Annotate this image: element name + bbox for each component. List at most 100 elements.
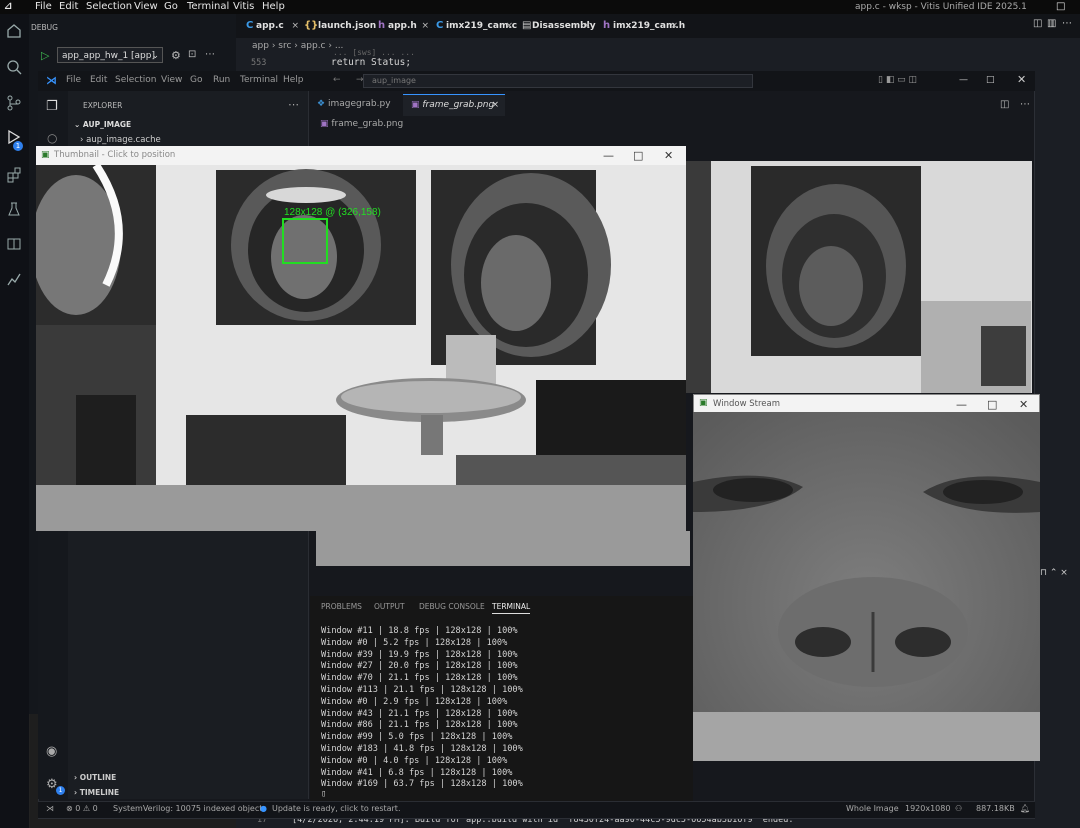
explorer-label: EXPLORER — [83, 101, 123, 110]
debug-console-icon[interactable]: ⊡ — [188, 49, 196, 60]
tab-imx219-cam-c[interactable]: Cimx219_cam.c × — [434, 14, 517, 38]
vs-menu-view[interactable]: View — [161, 75, 182, 85]
menu-terminal[interactable]: Terminal — [187, 0, 229, 14]
more-actions-icon[interactable]: ⋯ — [288, 98, 299, 111]
back-arrow-icon[interactable]: ← — [333, 75, 341, 85]
account-icon[interactable]: ◉ — [46, 744, 57, 759]
tab-app-c[interactable]: Capp.c × — [244, 14, 302, 38]
minimize-icon[interactable]: — — [603, 149, 614, 162]
bell-icon[interactable]: 🔔︎ — [1020, 804, 1030, 813]
h-file-icon: h — [603, 20, 611, 31]
panel-tab-problems[interactable]: PROBLEMS — [321, 602, 362, 611]
menu-edit[interactable]: Edit — [59, 0, 78, 14]
c-file-icon: C — [436, 20, 444, 31]
more-actions-icon[interactable]: ⋯ — [205, 49, 215, 60]
maximize-icon[interactable]: □ — [633, 149, 643, 162]
update-status[interactable]: Update is ready, click to restart. — [272, 804, 401, 813]
maximize-icon[interactable]: □ — [1056, 0, 1065, 14]
close-icon[interactable]: × — [505, 14, 513, 38]
maximize-icon[interactable]: □ — [987, 398, 997, 411]
outer-activity-bar: 1 — [0, 14, 30, 828]
panel-tab-output[interactable]: OUTPUT — [374, 602, 405, 611]
tab-label: app.c — [256, 21, 284, 31]
flask-icon[interactable] — [5, 200, 23, 218]
project-root[interactable]: ⌄ AUP_IMAGE — [74, 120, 131, 129]
terminal-line: Window #43 | 21.1 fps | 128x128 | 100% — [321, 708, 518, 719]
layout-icon[interactable]: ▯ ◧ ▭ ◫ — [878, 75, 917, 85]
tab-imx219-cam-h[interactable]: h imx219_cam.h × — [601, 14, 685, 38]
more-actions-icon[interactable]: ⋯ — [1062, 18, 1072, 29]
panel-tab-debug-console[interactable]: DEBUG CONSOLE — [419, 602, 485, 611]
chart-icon[interactable] — [5, 270, 23, 288]
explorer-icon[interactable]: ❐ — [46, 99, 58, 114]
menu-help[interactable]: Help — [262, 0, 285, 14]
menu-view[interactable]: View — [134, 0, 158, 14]
indexed-status[interactable]: SystemVerilog: 10075 indexed objects — [113, 804, 267, 813]
split-editor-icon[interactable]: ◫ — [1000, 99, 1009, 110]
run-config-select[interactable]: app_app_hw_1 [app] ⌄ — [57, 47, 163, 63]
menu-selection[interactable]: Selection — [86, 0, 132, 14]
search-icon[interactable] — [5, 58, 23, 76]
extensions-icon[interactable] — [5, 166, 23, 184]
more-actions-icon[interactable]: ⋯ — [1020, 99, 1030, 110]
tab-app-h[interactable]: h app.h × — [376, 14, 432, 38]
book-icon[interactable] — [5, 235, 23, 253]
search-icon[interactable]: ○ — [47, 131, 57, 145]
breadcrumb-item[interactable]: app.c — [301, 41, 326, 51]
breadcrumb-item[interactable]: app — [252, 41, 269, 51]
close-icon[interactable]: × — [670, 14, 678, 38]
source-control-icon[interactable] — [5, 94, 23, 112]
vscode-status-bar: ⋊ ⊗ 0 ⚠ 0 SystemVerilog: 10075 indexed o… — [38, 801, 1035, 818]
breadcrumb-item[interactable]: src — [278, 41, 291, 51]
timeline-section[interactable]: › TIMELINE — [74, 788, 119, 797]
remote-icon[interactable]: ⋊ — [46, 804, 54, 813]
close-icon[interactable]: ✕ — [664, 149, 673, 162]
thumbnail-titlebar[interactable]: ▣ Thumbnail - Click to position — □ ✕ — [36, 146, 686, 165]
tab-launch-json[interactable]: {} launch.json — [302, 14, 376, 38]
code-line: return Status; — [331, 57, 412, 68]
close-icon[interactable]: × — [421, 14, 429, 38]
problems-status[interactable]: ⊗ 0 ⚠ 0 — [66, 804, 98, 813]
close-icon[interactable]: × — [583, 14, 591, 38]
vs-menu-terminal[interactable]: Terminal — [240, 75, 278, 85]
layout-icon[interactable]: ▥ — [1047, 18, 1056, 29]
json-file-icon: {} — [304, 20, 319, 31]
minimize-icon[interactable]: — — [959, 75, 968, 85]
gear-icon[interactable]: ⚙ — [171, 49, 181, 62]
menu-vitis[interactable]: Vitis — [233, 0, 254, 14]
terminal-line: Window #0 | 2.9 fps | 128x128 | 100% — [321, 696, 508, 707]
tree-item-label: aup_image.cache — [86, 135, 161, 145]
vs-menu-file[interactable]: File — [66, 75, 81, 85]
tab-disassembly[interactable]: ▤ Disassembly × — [520, 14, 596, 38]
resolution-status: 1920x1080 — [905, 804, 951, 813]
minimize-icon[interactable]: — — [956, 398, 967, 411]
tab-imagegrab-py[interactable]: ❖ imagegrab.py — [309, 94, 403, 115]
vs-menu-edit[interactable]: Edit — [90, 75, 107, 85]
outline-section[interactable]: › OUTLINE — [74, 773, 116, 782]
close-icon[interactable]: ✕ — [1019, 398, 1028, 411]
panel-controls-icon[interactable]: ⊓ ⌃ × — [1040, 568, 1068, 578]
tab-frame-grab-png[interactable]: ▣ frame_grab.png × — [403, 94, 505, 116]
whole-image-status[interactable]: Whole Image — [846, 804, 899, 813]
vs-menu-help[interactable]: Help — [283, 75, 304, 85]
vs-menu-selection[interactable]: Selection — [115, 75, 156, 85]
terminal-output[interactable]: Window #11 | 18.8 fps | 128x128 | 100% W… — [310, 622, 693, 802]
home-icon[interactable] — [5, 22, 23, 40]
frame-grab-preview — [686, 161, 1032, 393]
close-icon[interactable]: × — [491, 95, 499, 116]
maximize-icon[interactable]: □ — [986, 75, 995, 85]
thumbnail-image[interactable]: 128x128 @ (326,158) — [36, 165, 686, 531]
menu-go[interactable]: Go — [164, 0, 178, 14]
panel-tab-terminal[interactable]: TERMINAL — [492, 602, 531, 614]
command-center-search[interactable]: aup_image — [363, 74, 753, 88]
close-icon[interactable]: × — [291, 14, 299, 38]
tree-item-cache[interactable]: › aup_image.cache — [80, 135, 161, 145]
vs-menu-go[interactable]: Go — [190, 75, 202, 85]
menu-file[interactable]: File — [35, 0, 52, 14]
vs-menu-run[interactable]: Run — [213, 75, 230, 85]
split-editor-icon[interactable]: ◫ — [1033, 18, 1042, 29]
people-icon[interactable]: ⚇ — [955, 804, 962, 813]
start-debug-icon[interactable]: ▷ — [41, 49, 49, 62]
close-icon[interactable]: ✕ — [1017, 73, 1026, 86]
editor-breadcrumb[interactable]: ▣ frame_grab.png — [320, 119, 403, 129]
